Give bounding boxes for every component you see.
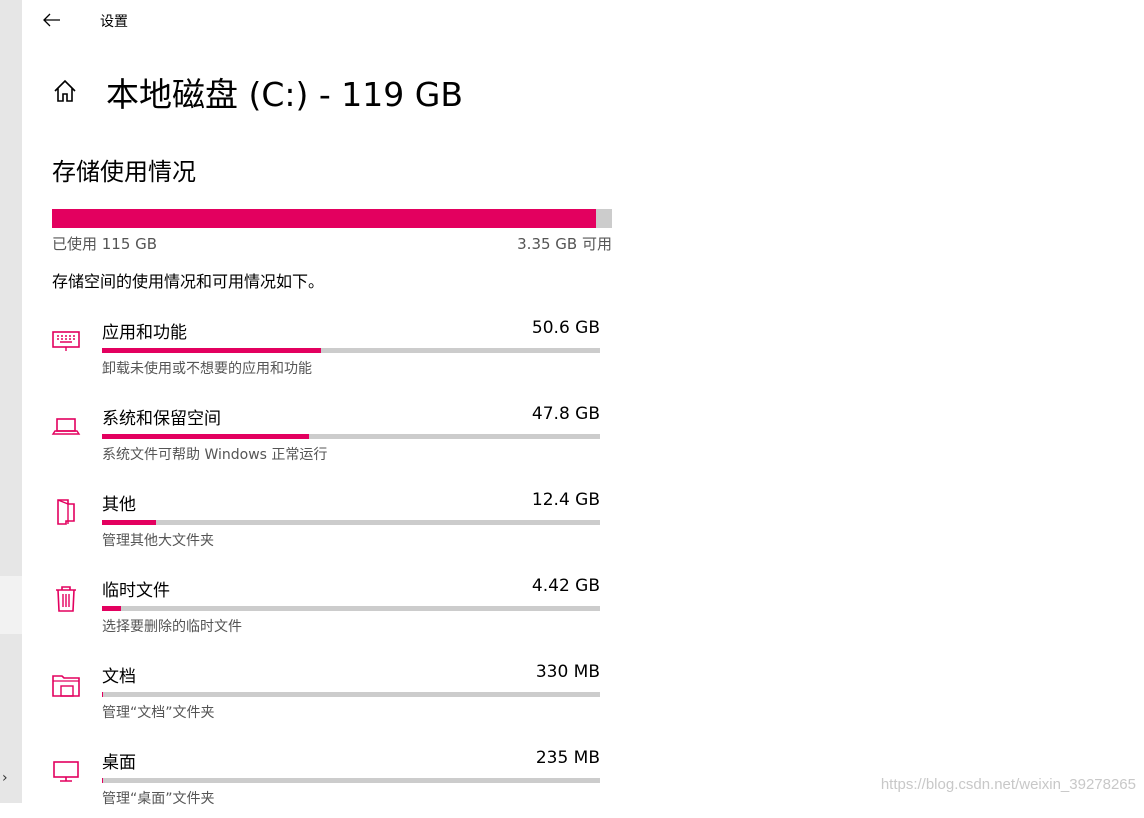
apps-icon	[50, 324, 82, 356]
storage-usage-bar	[52, 209, 612, 228]
category-subtitle: 卸载未使用或不想要的应用和功能	[102, 358, 312, 378]
category-usage-fill	[102, 692, 103, 697]
category-system-reserved[interactable]: 系统和保留空间 47.8 GB 系统文件可帮助 Windows 正常运行	[48, 404, 608, 474]
trash-icon	[50, 582, 82, 614]
chevron-right-icon[interactable]: ›	[2, 770, 8, 786]
category-name: 应用和功能	[102, 318, 187, 343]
category-name: 桌面	[102, 748, 136, 773]
category-subtitle: 系统文件可帮助 Windows 正常运行	[102, 444, 327, 464]
documents-icon	[50, 668, 82, 700]
category-size: 4.42 GB	[532, 576, 600, 596]
used-space-label: 已使用 115 GB	[52, 233, 157, 254]
category-size: 47.8 GB	[532, 404, 600, 424]
category-usage-bar	[102, 778, 600, 783]
category-name: 文档	[102, 662, 136, 687]
category-desktop[interactable]: 桌面 235 MB 管理“桌面”文件夹	[48, 748, 608, 818]
category-subtitle: 管理“文档”文件夹	[102, 702, 215, 722]
back-button[interactable]	[38, 6, 66, 34]
watermark-text: https://blog.csdn.net/weixin_39278265	[881, 776, 1136, 793]
folder-other-icon	[50, 496, 82, 528]
window-title: 设置	[100, 11, 128, 31]
storage-usage-fill	[52, 209, 596, 228]
category-subtitle: 管理“桌面”文件夹	[102, 788, 215, 808]
category-usage-bar	[102, 434, 600, 439]
page-title: 本地磁盘 (C:) - 119 GB	[106, 68, 463, 116]
category-name: 系统和保留空间	[102, 404, 221, 429]
category-usage-bar	[102, 692, 600, 697]
desktop-icon	[50, 754, 82, 786]
category-other[interactable]: 其他 12.4 GB 管理其他大文件夹	[48, 490, 608, 560]
category-temp-files[interactable]: 临时文件 4.42 GB 选择要删除的临时文件	[48, 576, 608, 646]
category-size: 330 MB	[536, 662, 600, 682]
category-usage-bar	[102, 348, 600, 353]
nav-selected-highlight	[0, 576, 22, 634]
category-subtitle: 选择要删除的临时文件	[102, 616, 242, 636]
category-name: 其他	[102, 490, 136, 515]
back-arrow-icon	[43, 13, 61, 27]
category-name: 临时文件	[102, 576, 170, 601]
category-size: 50.6 GB	[532, 318, 600, 338]
category-usage-fill	[102, 606, 121, 611]
category-size: 235 MB	[536, 748, 600, 768]
category-subtitle: 管理其他大文件夹	[102, 530, 214, 550]
laptop-icon	[50, 410, 82, 442]
category-usage-fill	[102, 434, 309, 439]
category-apps[interactable]: 应用和功能 50.6 GB 卸载未使用或不想要的应用和功能	[48, 318, 608, 388]
category-size: 12.4 GB	[532, 490, 600, 510]
navigation-pane-edge: ›	[0, 0, 22, 803]
storage-description: 存储空间的使用情况和可用情况如下。	[52, 268, 324, 292]
category-usage-bar	[102, 606, 600, 611]
free-space-label: 3.35 GB 可用	[517, 233, 612, 254]
category-usage-fill	[102, 520, 156, 525]
section-title: 存储使用情况	[52, 152, 196, 187]
category-usage-fill	[102, 778, 103, 783]
category-usage-fill	[102, 348, 321, 353]
category-usage-bar	[102, 520, 600, 525]
home-icon	[52, 78, 78, 104]
category-documents[interactable]: 文档 330 MB 管理“文档”文件夹	[48, 662, 608, 732]
